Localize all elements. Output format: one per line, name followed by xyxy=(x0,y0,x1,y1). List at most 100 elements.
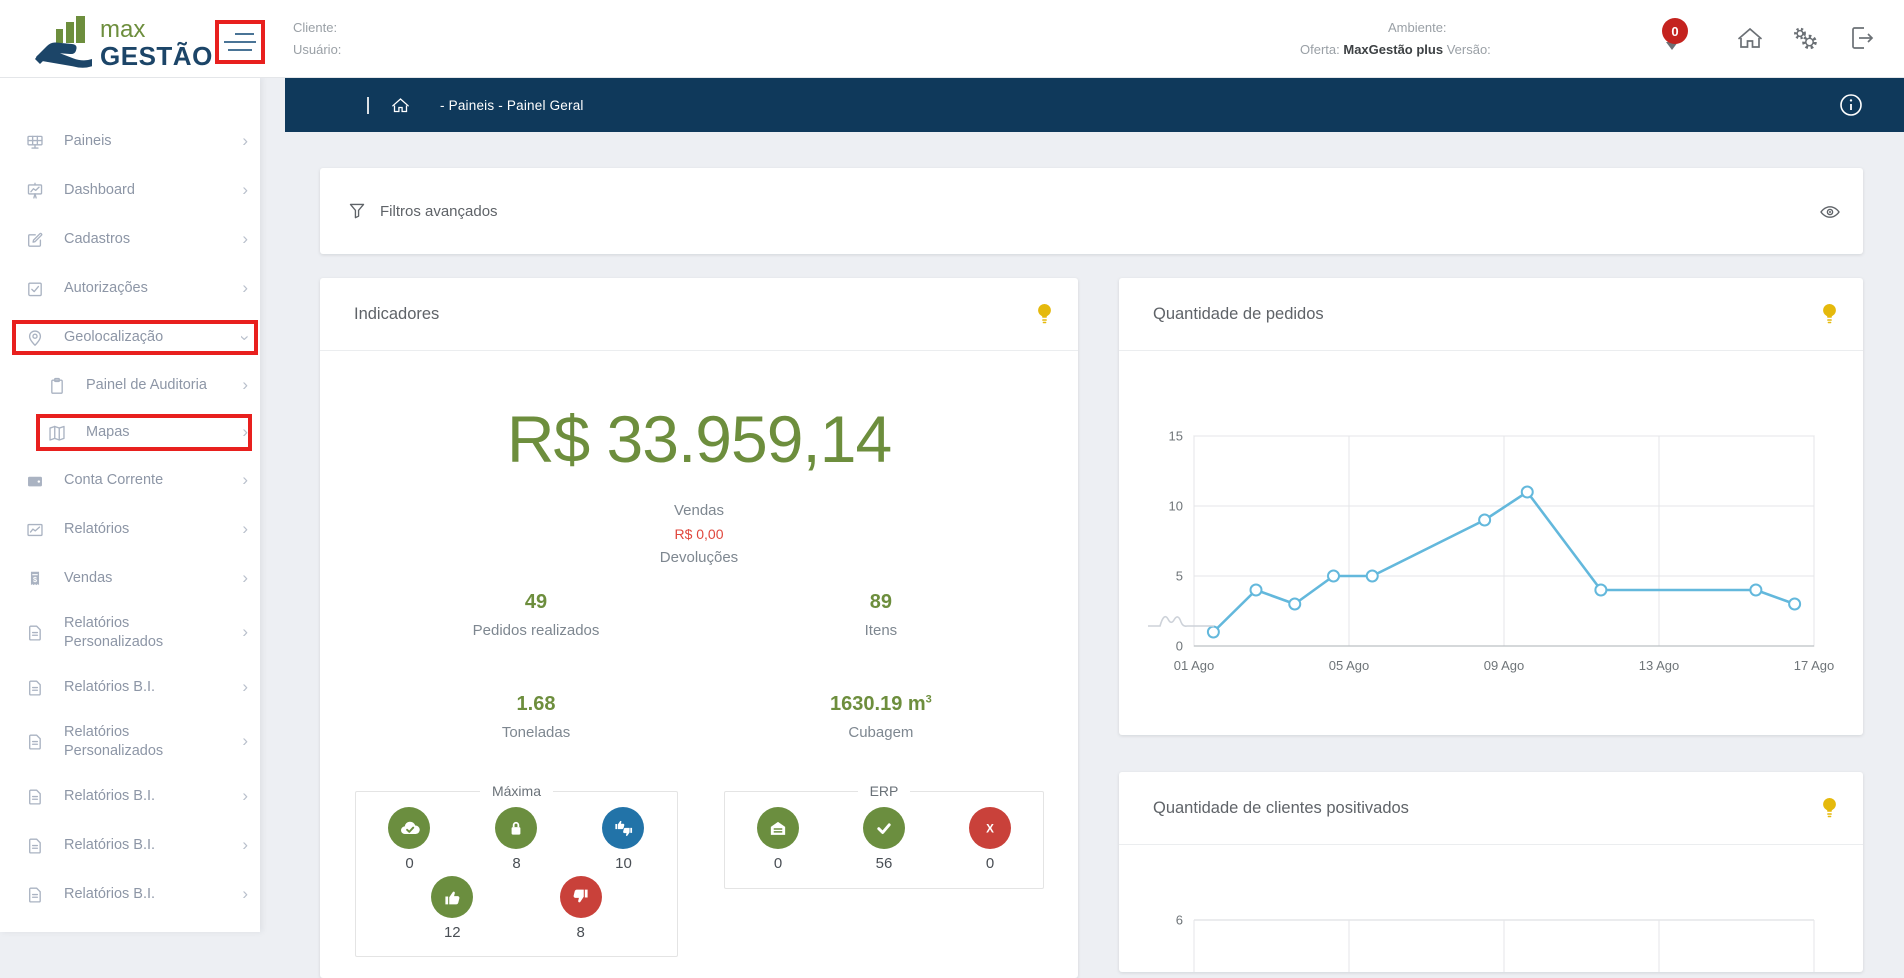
svg-text:05 Ago: 05 Ago xyxy=(1329,658,1370,673)
sidebar-item-paineis[interactable]: Paineis› xyxy=(0,117,260,166)
settings-gears-button[interactable] xyxy=(1791,24,1819,52)
sidebar-item-geolocaliza-o[interactable]: Geolocalização› xyxy=(0,313,260,362)
stat-x: X0 xyxy=(938,807,1043,872)
sidebar-item-label: Relatórios B.I. xyxy=(64,836,155,855)
chevron-right-icon: › xyxy=(242,731,248,751)
sidebar-item-main: Conta Corrente xyxy=(26,471,242,490)
clients-chart-title: Quantidade de clientes positivados xyxy=(1153,799,1409,818)
sidebar-item-relat-rios-b-i[interactable]: Relatórios B.I.› xyxy=(0,772,260,821)
erp-legend: ERP xyxy=(858,783,911,799)
sidebar-item-highlight: Mapas xyxy=(48,423,242,442)
environment-block: Ambiente: Oferta: MaxGestão plus Versão: xyxy=(1300,0,1491,76)
sidebar-item-dashboard[interactable]: Dashboard› xyxy=(0,166,260,215)
stat-count: 10 xyxy=(615,855,632,872)
checkbox-icon xyxy=(26,280,44,298)
offer-label: Oferta: xyxy=(1300,42,1340,57)
x-icon: X xyxy=(969,807,1011,849)
sidebar-item-relat-rios-b-i[interactable]: Relatórios B.I. › xyxy=(0,821,260,870)
sidebar-item-cadastros[interactable]: Cadastros› xyxy=(0,215,260,264)
hint-bulb-icon[interactable] xyxy=(1035,303,1054,325)
sidebar-item-relat-rios-personalizados[interactable]: Relatórios Personalizados› xyxy=(0,603,260,663)
document-icon xyxy=(26,788,44,806)
indicators-title: Indicadores xyxy=(354,305,439,324)
sidebar-item-conta-corrente[interactable]: Conta Corrente› xyxy=(0,456,260,505)
sidebar-item-label: Relatórios B.I. xyxy=(64,885,155,904)
stat-thumb-down: 8 xyxy=(517,876,645,941)
sidebar-item-label: Paineis xyxy=(64,132,112,151)
sidebar-item-painel-de-auditoria[interactable]: Painel de Auditoria› xyxy=(0,362,260,409)
filter-funnel-icon xyxy=(348,202,366,220)
sidebar-item-main: Relatórios B.I. xyxy=(26,885,242,904)
notifications-button[interactable]: 0 xyxy=(1660,16,1692,56)
user-label: Usuário: xyxy=(293,42,341,57)
stat-lock: 8 xyxy=(464,807,570,872)
sidebar-item-label: Dashboard xyxy=(64,181,135,200)
thumbs-up-down-icon xyxy=(602,807,644,849)
sidebar-nav: Paineis›Dashboard›Cadastros›Autorizações… xyxy=(0,77,260,932)
svg-text:17 Ago: 17 Ago xyxy=(1794,658,1835,673)
svg-text:5: 5 xyxy=(1176,569,1183,584)
svg-text:X: X xyxy=(986,823,994,836)
dashboard-icon xyxy=(26,182,44,200)
chevron-right-icon: › xyxy=(242,622,248,642)
sidebar-item-label: Vendas xyxy=(64,569,112,588)
orders-line-chart: 05101501 Ago05 Ago09 Ago13 Ago17 Ago xyxy=(1119,350,1863,735)
info-icon[interactable] xyxy=(1838,92,1864,118)
stat-thumbs-up-down: 10 xyxy=(571,807,677,872)
tons-label: Toneladas xyxy=(320,724,752,741)
version-label: Versão: xyxy=(1447,42,1491,57)
indicators-card-header: Indicadores xyxy=(320,278,1078,351)
cloud-check-icon xyxy=(388,807,430,849)
thumb-up-icon xyxy=(431,876,473,918)
positive-clients-chart-card: Quantidade de clientes positivados 6 xyxy=(1119,772,1863,972)
sidebar-item-relat-rios[interactable]: Relatórios› xyxy=(0,505,260,554)
hamburger-menu-button[interactable] xyxy=(215,20,265,64)
sidebar-item-relat-rios-b-i[interactable]: Relatórios B.I.› xyxy=(0,870,260,919)
sidebar-item-main: Dashboard xyxy=(26,181,242,200)
thumb-down-icon xyxy=(560,876,602,918)
hint-bulb-icon[interactable] xyxy=(1820,797,1839,819)
svg-text:10: 10 xyxy=(1169,499,1183,514)
returns-value: R$ 0,00 xyxy=(320,527,1078,541)
chevron-right-icon: › xyxy=(242,786,248,806)
breadcrumb-home-icon[interactable] xyxy=(391,96,410,115)
home-button[interactable] xyxy=(1736,24,1764,52)
toggle-visibility-eye-icon[interactable] xyxy=(1819,201,1841,223)
sidebar-item-main: Relatórios Personalizados xyxy=(26,723,242,761)
maxima-stats-group: Máxima 0810128 xyxy=(355,783,678,957)
svg-text:13 Ago: 13 Ago xyxy=(1639,658,1680,673)
sidebar-item-main: Relatórios B.I. xyxy=(26,678,242,697)
hint-bulb-icon[interactable] xyxy=(1820,303,1839,325)
sidebar-item-label: Mapas xyxy=(86,423,130,442)
cubage-label: Cubagem xyxy=(752,724,1010,741)
stat-thumb-up: 12 xyxy=(388,876,516,941)
logout-button[interactable] xyxy=(1848,24,1876,52)
sidebar-item-main: Relatórios xyxy=(26,520,242,539)
app-header: max GESTÃO Cliente: Usuário: Ambiente: O… xyxy=(0,0,1904,78)
chevron-right-icon: › xyxy=(242,835,248,855)
logo-text-max: max xyxy=(100,18,213,42)
sidebar-item-main: Painel de Auditoria xyxy=(48,376,242,395)
chart-range-navigator-icon[interactable] xyxy=(1146,605,1216,631)
sidebar-item-relat-rios-personalizados[interactable]: Relatórios Personalizados› xyxy=(0,712,260,772)
sidebar-item-autoriza-es[interactable]: Autorizações› xyxy=(0,264,260,313)
sidebar-item-vendas[interactable]: $Vendas› xyxy=(0,554,260,603)
sidebar-item-label: Relatórios B.I. xyxy=(64,678,155,697)
sidebar-item-relat-rios-b-i[interactable]: Relatórios B.I.› xyxy=(0,663,260,712)
orders-card-header: Quantidade de pedidos xyxy=(1119,278,1863,351)
chart-icon xyxy=(26,521,44,539)
sidebar-item-label: Geolocalização xyxy=(64,328,163,347)
sales-label: Vendas xyxy=(320,503,1078,518)
map-icon xyxy=(48,424,66,442)
sidebar-item-mapas[interactable]: Mapas › xyxy=(0,409,260,456)
sidebar-item-main: Cadastros xyxy=(26,230,242,249)
chevron-right-icon: › xyxy=(242,422,248,442)
hamburger-icon xyxy=(221,28,259,56)
check-icon xyxy=(863,807,905,849)
cubage-value: 1630.19 m3 xyxy=(752,693,1010,716)
chevron-right-icon: › xyxy=(242,470,248,490)
environment-label: Ambiente: xyxy=(1388,20,1491,35)
document-icon xyxy=(26,733,44,751)
advanced-filters-panel[interactable]: Filtros avançados xyxy=(320,168,1863,254)
clients-line-chart: 6 xyxy=(1119,844,1863,972)
